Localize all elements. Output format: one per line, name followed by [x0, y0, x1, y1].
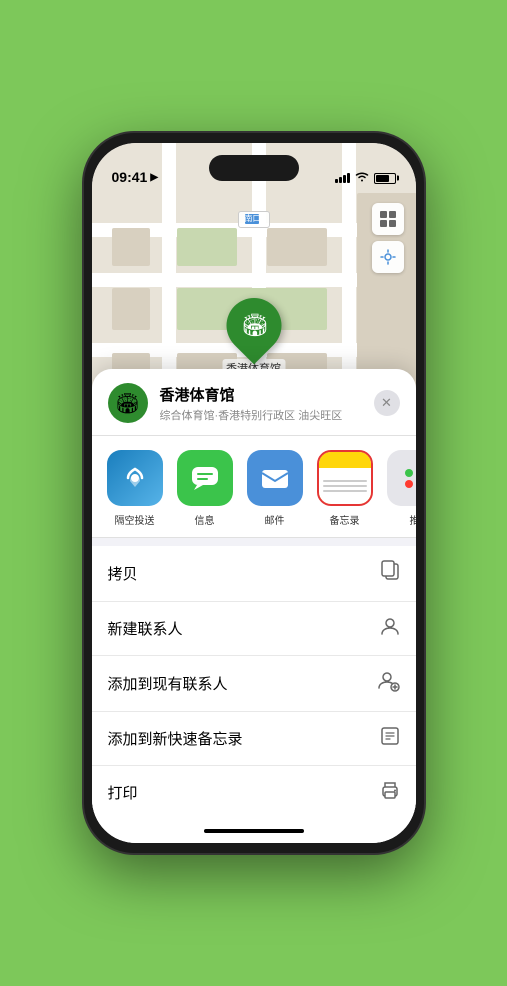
wifi-icon	[355, 171, 369, 185]
action-print[interactable]: 打印	[92, 766, 416, 819]
mail-label: 邮件	[265, 512, 285, 527]
signal-bar-2	[339, 177, 342, 183]
home-bar	[204, 829, 304, 833]
more-dots-row1	[405, 469, 416, 477]
block-green-1	[177, 228, 237, 266]
copy-icon	[380, 560, 400, 587]
time-display: 09:41	[112, 169, 148, 185]
place-header: 🏟 香港体育馆 综合体育馆·香港特别行政区 油尖旺区 ✕	[92, 369, 416, 436]
airdrop-label: 隔空投送	[115, 512, 155, 527]
action-new-contact-label: 新建联系人	[108, 618, 183, 639]
notes-top	[319, 452, 371, 468]
place-icon: 🏟	[108, 383, 148, 423]
place-icon-emoji: 🏟	[115, 391, 140, 416]
notes-line-3	[323, 490, 367, 492]
status-icons	[335, 171, 396, 185]
battery-icon	[374, 173, 396, 184]
action-quick-note[interactable]: 添加到新快速备忘录	[92, 712, 416, 766]
share-item-airdrop[interactable]: 隔空投送	[104, 450, 166, 527]
phone-screen: 09:41 ▶	[92, 143, 416, 843]
signal-bar-4	[347, 173, 350, 183]
signal-bar-3	[343, 175, 346, 183]
notes-label: 备忘录	[330, 512, 360, 527]
signal-bars	[335, 173, 350, 183]
action-new-contact[interactable]: 新建联系人	[92, 602, 416, 656]
mail-icon-wrap	[247, 450, 303, 506]
add-contact-icon	[378, 670, 400, 697]
more-dots-row2	[405, 480, 416, 488]
share-item-mail[interactable]: 邮件	[244, 450, 306, 527]
close-button[interactable]: ✕	[374, 390, 400, 416]
map-label-nankou: 南口	[238, 211, 270, 228]
share-item-more[interactable]: 推	[384, 450, 416, 527]
notes-line-2	[323, 485, 367, 487]
share-item-notes[interactable]: 备忘录	[314, 450, 376, 527]
location-pin[interactable]: 🏟 香港体育馆	[222, 298, 285, 377]
signal-bar-1	[335, 179, 338, 183]
more-dots	[405, 469, 416, 488]
messages-label: 信息	[195, 512, 215, 527]
place-info: 香港体育馆 综合体育馆·香港特别行政区 油尖旺区	[160, 384, 362, 423]
notes-icon-wrap	[317, 450, 373, 506]
more-icon-wrap	[387, 450, 416, 506]
place-name: 香港体育馆	[160, 384, 362, 405]
print-icon	[380, 780, 400, 805]
action-print-label: 打印	[108, 782, 138, 803]
new-contact-icon	[380, 616, 400, 641]
map-view-button[interactable]	[372, 203, 404, 235]
close-icon: ✕	[381, 395, 392, 411]
status-time: 09:41 ▶	[112, 169, 159, 185]
phone-frame: 09:41 ▶	[84, 133, 424, 853]
pin-circle: 🏟	[215, 287, 293, 365]
share-item-messages[interactable]: 信息	[174, 450, 236, 527]
block-3	[112, 288, 150, 330]
location-button[interactable]	[372, 241, 404, 273]
battery-fill	[376, 175, 390, 182]
notes-line-1	[323, 480, 367, 482]
pin-icon: 🏟	[240, 313, 268, 339]
quick-note-icon	[380, 726, 400, 751]
notes-inner	[319, 452, 371, 504]
messages-icon-wrap	[177, 450, 233, 506]
block-2	[267, 228, 327, 266]
home-indicator	[92, 819, 416, 843]
bottom-sheet: 🏟 香港体育馆 综合体育馆·香港特别行政区 油尖旺区 ✕	[92, 369, 416, 843]
action-add-contact[interactable]: 添加到现有联系人	[92, 656, 416, 712]
share-row: 隔空投送 信息	[92, 436, 416, 538]
action-list: 拷贝 新建联系人	[92, 546, 416, 819]
action-copy-label: 拷贝	[108, 563, 138, 584]
place-subtitle: 综合体育馆·香港特别行政区 油尖旺区	[160, 407, 362, 423]
map-controls	[372, 203, 404, 279]
dot-3	[405, 480, 413, 488]
location-arrow-icon: ▶	[150, 172, 158, 183]
notes-lines	[319, 468, 371, 504]
block-1	[112, 228, 150, 266]
action-quick-note-label: 添加到新快速备忘录	[108, 728, 243, 749]
more-label: 推	[410, 512, 416, 527]
dot-1	[405, 469, 413, 477]
action-add-contact-label: 添加到现有联系人	[108, 673, 228, 694]
dynamic-island	[209, 155, 299, 181]
airdrop-icon	[107, 450, 163, 506]
action-copy[interactable]: 拷贝	[92, 546, 416, 602]
